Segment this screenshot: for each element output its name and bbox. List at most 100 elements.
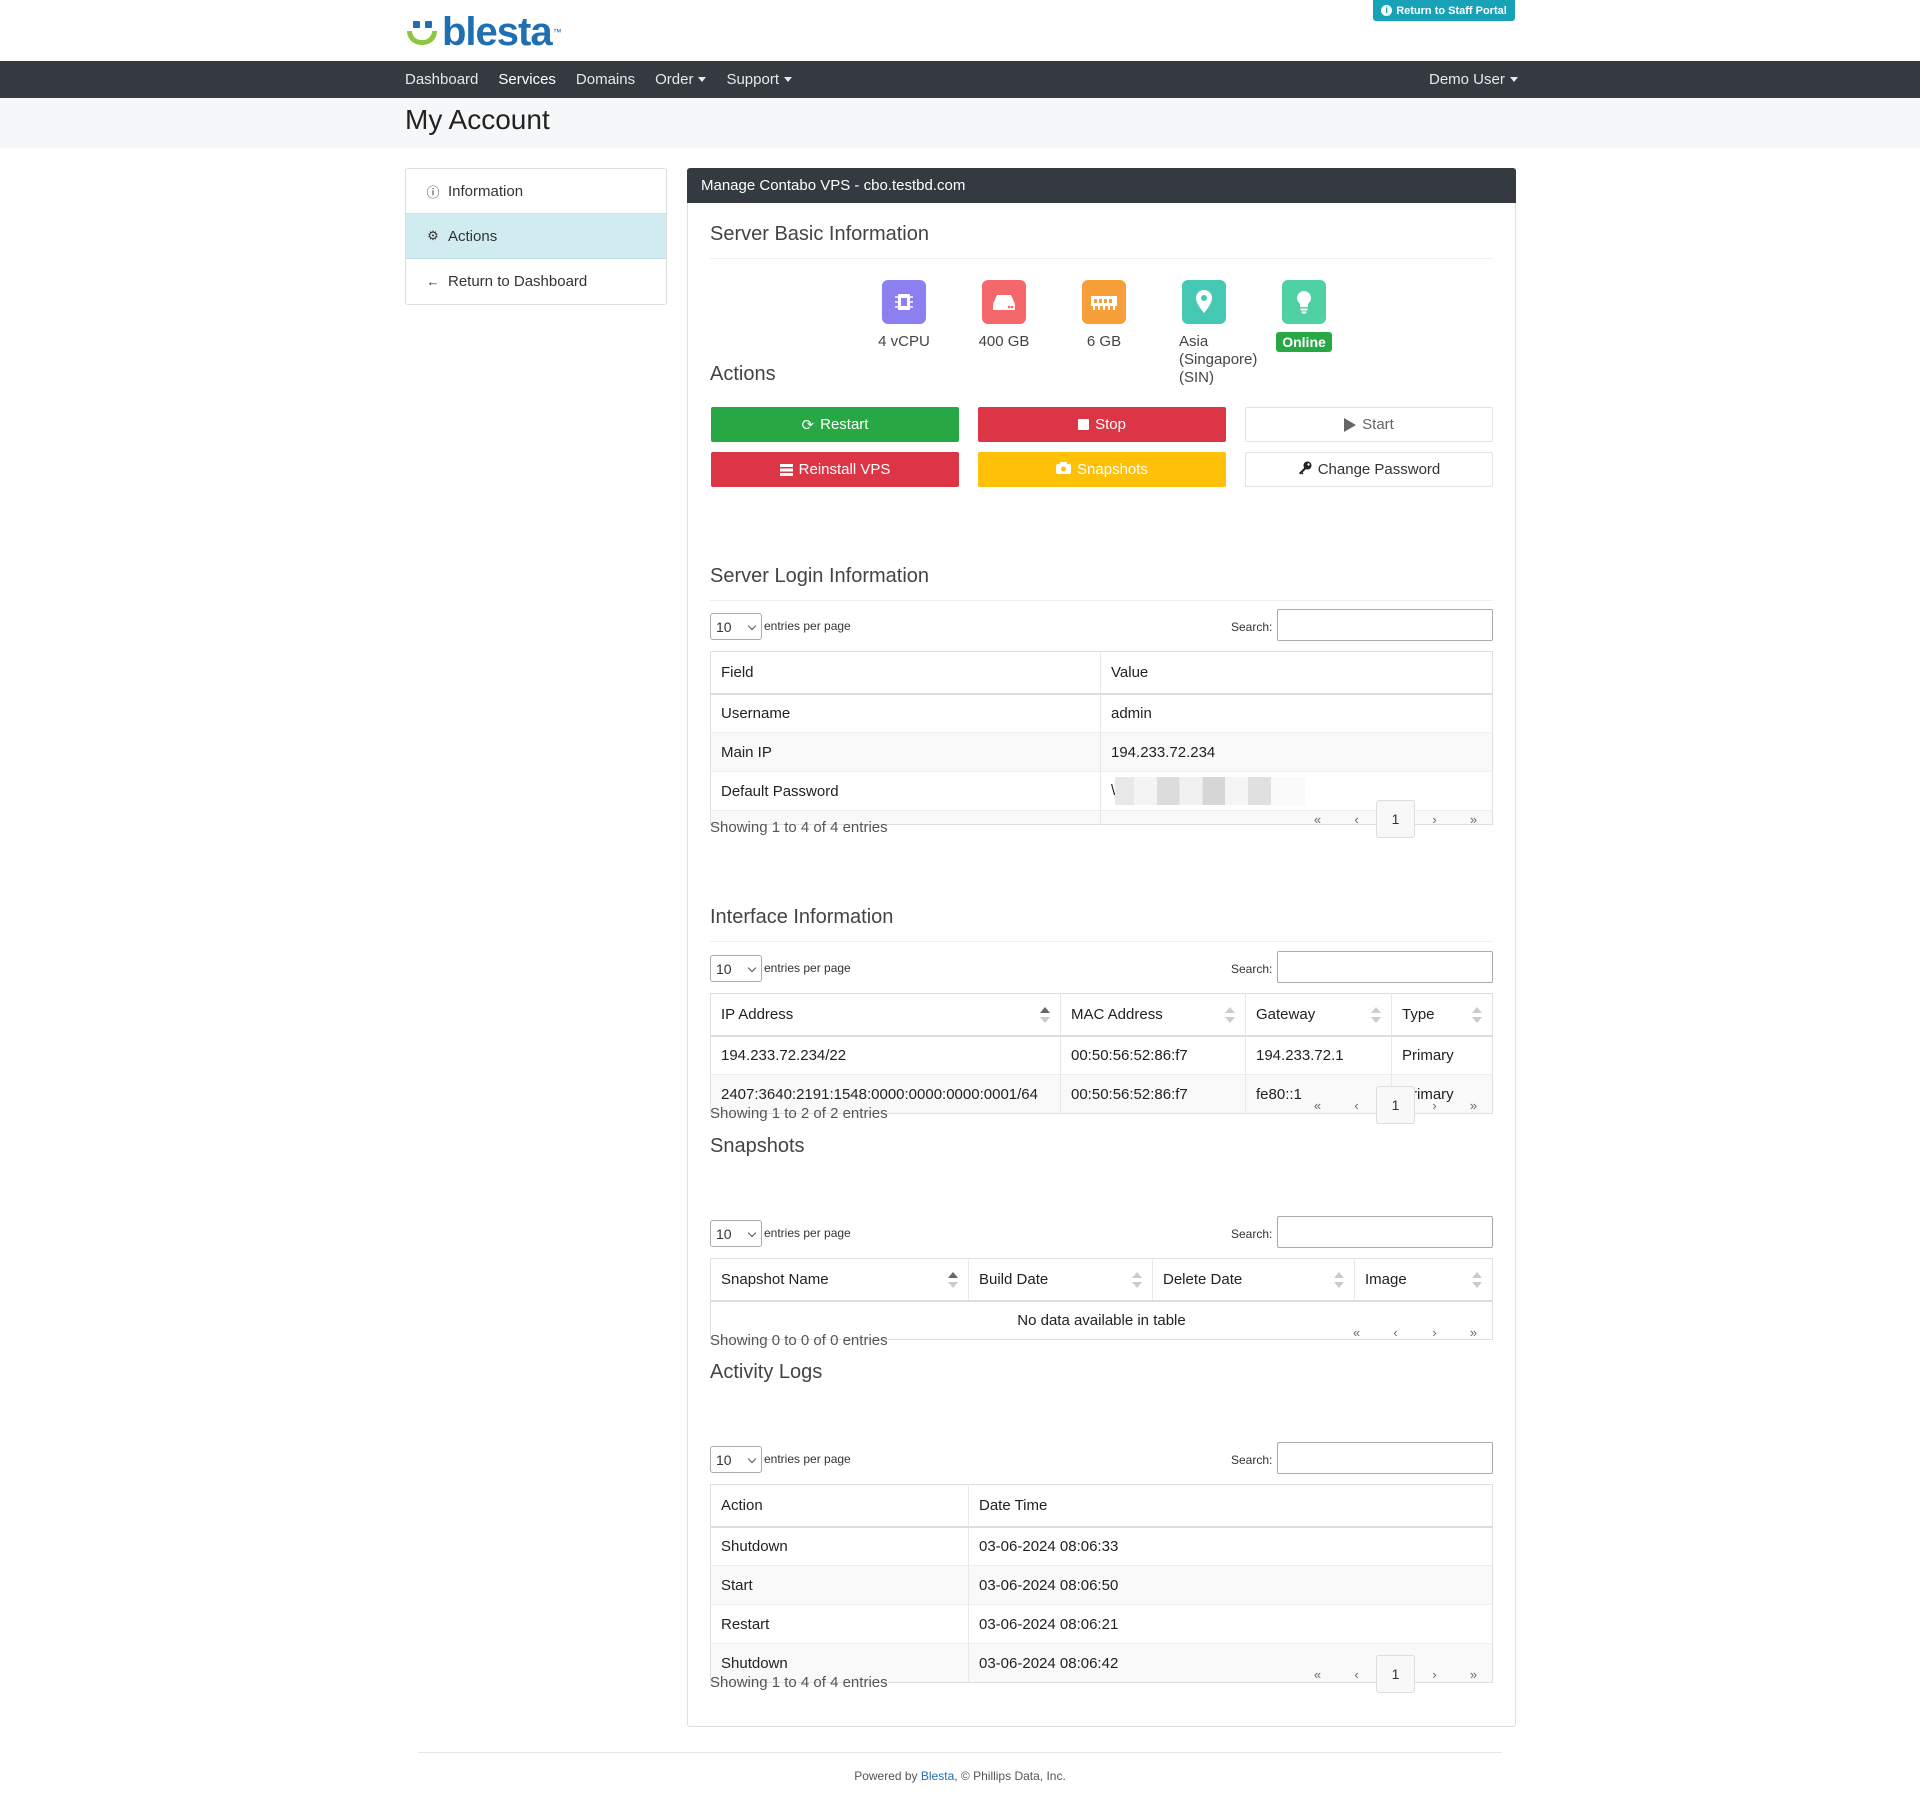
interface-entries-select[interactable]: 10	[710, 955, 762, 982]
table-cell: Primary	[1391, 1035, 1493, 1075]
search-label: Search:	[1231, 962, 1273, 976]
return-to-staff-portal-button[interactable]: i Return to Staff Portal	[1373, 0, 1515, 21]
prev-page-button[interactable]: ‹	[1376, 1313, 1415, 1351]
nav-services[interactable]: Services	[498, 71, 556, 88]
nav-domains[interactable]: Domains	[576, 71, 635, 88]
entries-select-value: 10	[716, 1225, 732, 1242]
login-entries-select[interactable]: 10	[710, 613, 762, 640]
interface-search-input[interactable]	[1277, 951, 1493, 983]
next-page-button[interactable]: ›	[1415, 1313, 1454, 1351]
table-cell: 194.233.72.1	[1245, 1035, 1392, 1075]
last-page-button[interactable]: »	[1454, 1313, 1493, 1351]
snapshots-entries-select[interactable]: 10	[710, 1220, 762, 1247]
restart-button[interactable]: ⟳ Restart	[711, 407, 959, 442]
nav-order-dropdown[interactable]: Order	[655, 71, 707, 88]
table-cell: Restart	[710, 1604, 969, 1644]
key-icon	[1298, 461, 1312, 479]
prev-page-button[interactable]: ‹	[1337, 800, 1376, 838]
column-header-image[interactable]: Image	[1354, 1258, 1493, 1302]
page-1-button[interactable]: 1	[1376, 1655, 1415, 1693]
column-header-type[interactable]: Type	[1391, 993, 1493, 1037]
page-1-button[interactable]: 1	[1376, 800, 1415, 838]
refresh-icon: ⟳	[801, 416, 815, 434]
login-table: Field Value Username admin Main IP 194.2…	[710, 651, 1493, 825]
location-icon	[1182, 280, 1226, 324]
spec-cpu-label: 4 vCPU	[878, 333, 930, 350]
column-header-build-date[interactable]: Build Date	[968, 1258, 1153, 1302]
caret-down-icon	[1509, 77, 1518, 82]
main-navbar: Dashboard Services Domains Order Support…	[0, 61, 1920, 98]
nav-domains-label: Domains	[575, 71, 636, 88]
spec-disk: 400 GB	[959, 280, 1049, 351]
column-header[interactable]: Action	[710, 1484, 969, 1528]
column-header-label: Image	[1365, 1270, 1407, 1288]
snapshots-pagination: « ‹ › »	[1337, 1313, 1493, 1351]
snapshots-search-input[interactable]	[1277, 1216, 1493, 1248]
header: blesta ™ i Return to Staff Portal	[0, 0, 1920, 61]
column-header[interactable]: Value	[1100, 651, 1493, 695]
interface-table-info: Showing 1 to 2 of 2 entries	[710, 1105, 888, 1122]
stop-label: Stop	[1095, 416, 1126, 433]
logs-search-input[interactable]	[1277, 1442, 1493, 1474]
sort-ascending-icon	[1040, 1007, 1050, 1023]
table-cell: 03-06-2024 08:06:21	[968, 1604, 1493, 1644]
blesta-logo[interactable]: blesta ™	[405, 12, 562, 52]
next-page-button[interactable]: ›	[1415, 800, 1454, 838]
last-page-button[interactable]: »	[1454, 800, 1493, 838]
first-page-button[interactable]: «	[1298, 1655, 1337, 1693]
first-page-button[interactable]: «	[1298, 1086, 1337, 1124]
nav-dashboard[interactable]: Dashboard	[405, 71, 478, 88]
logs-entries-select[interactable]: 10	[710, 1446, 762, 1473]
stop-icon	[1078, 419, 1090, 430]
nav-support-dropdown[interactable]: Support	[726, 71, 792, 88]
snapshots-title: Snapshots	[710, 1135, 805, 1157]
sidebar-item-label: Return to Dashboard	[448, 273, 588, 290]
next-page-button[interactable]: ›	[1415, 1086, 1454, 1124]
nav-support-label: Support	[726, 71, 779, 88]
reinstall-vps-button[interactable]: Reinstall VPS	[711, 452, 959, 487]
first-page-button[interactable]: «	[1298, 800, 1337, 838]
column-header-snapshot-name[interactable]: Snapshot Name	[710, 1258, 969, 1302]
column-header-gateway[interactable]: Gateway	[1245, 993, 1392, 1037]
user-menu-dropdown[interactable]: Demo User	[1429, 61, 1518, 98]
first-page-button[interactable]: «	[1337, 1313, 1376, 1351]
start-button[interactable]: Start	[1245, 407, 1493, 442]
blesta-link[interactable]: Blesta	[921, 1769, 954, 1783]
last-page-button[interactable]: »	[1454, 1086, 1493, 1124]
column-header-label: Gateway	[1256, 1005, 1316, 1023]
table-row: 194.233.72.234/22 00:50:56:52:86:f7 194.…	[710, 1035, 1493, 1075]
redacted-password	[1115, 777, 1306, 805]
last-page-button[interactable]: »	[1454, 1655, 1493, 1693]
next-page-button[interactable]: ›	[1415, 1655, 1454, 1693]
entries-per-page-label: entries per page	[764, 619, 851, 633]
nav-dashboard-label: Dashboard	[405, 71, 479, 88]
table-cell: 03-06-2024 08:06:33	[968, 1526, 1493, 1566]
column-header-mac-address[interactable]: MAC Address	[1060, 993, 1246, 1037]
column-header[interactable]: Field	[710, 651, 1101, 695]
chevron-down-icon	[747, 1228, 757, 1238]
info-icon: i	[1381, 5, 1393, 16]
spec-location: Asia (Singapore) (SIN)	[1159, 280, 1257, 387]
sidebar-item-actions[interactable]: ⚙ Actions	[406, 214, 666, 259]
sidebar-item-return-to-dashboard[interactable]: ← Return to Dashboard	[406, 259, 666, 304]
user-name: Demo User	[1429, 71, 1505, 88]
change-password-button[interactable]: Change Password	[1245, 452, 1493, 487]
sidebar-item-information[interactable]: ⓘ Information	[406, 169, 666, 214]
column-header-delete-date[interactable]: Delete Date	[1152, 1258, 1355, 1302]
sort-icon	[1334, 1272, 1344, 1288]
table-cell: Main IP	[710, 732, 1101, 772]
table-row: Shutdown 03-06-2024 08:06:33	[710, 1526, 1493, 1566]
column-header[interactable]: Date Time	[968, 1484, 1493, 1528]
prev-page-button[interactable]: ‹	[1337, 1655, 1376, 1693]
column-header-ip-address[interactable]: IP Address	[710, 993, 1061, 1037]
login-search-input[interactable]	[1277, 609, 1493, 641]
disk-icon	[982, 280, 1026, 324]
snapshots-button[interactable]: Snapshots	[978, 452, 1226, 487]
sort-icon	[1472, 1272, 1482, 1288]
entries-per-page-label: entries per page	[764, 961, 851, 975]
prev-page-button[interactable]: ‹	[1337, 1086, 1376, 1124]
stop-button[interactable]: Stop	[978, 407, 1226, 442]
spec-memory-label: 6 GB	[1086, 333, 1122, 350]
page-1-button[interactable]: 1	[1376, 1086, 1415, 1124]
nav-order-label: Order	[655, 71, 694, 88]
